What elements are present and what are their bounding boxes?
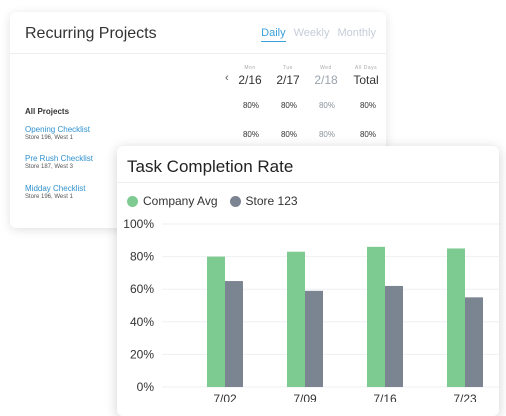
row-name: All Projects (25, 107, 70, 116)
task-completion-card: Task Completion Rate Company Avg Store 1… (117, 146, 499, 416)
table-cell: 80% (359, 130, 376, 139)
table-row: Pre Rush Checklist Store 187, West 3 (25, 154, 93, 170)
recurring-projects-title: Recurring Projects (25, 25, 157, 42)
bar-store-123 (305, 290, 323, 387)
bar-company-avg (447, 248, 465, 387)
table-cell: 80% (280, 130, 297, 139)
bar-store-123 (465, 297, 483, 387)
y-tick-label: 20% (130, 347, 154, 361)
table-cell: 80% (318, 101, 335, 110)
row-link[interactable]: Pre Rush Checklist (25, 154, 93, 163)
table-cell: 80% (318, 130, 335, 139)
table-cell: 80% (242, 101, 259, 110)
y-tick-label: 60% (130, 282, 154, 296)
tab-weekly[interactable]: Weekly (294, 27, 330, 42)
header-divider (10, 53, 386, 54)
column-date: Total (353, 73, 379, 87)
period-tabs: Daily Weekly Monthly (261, 27, 376, 42)
bar-company-avg (207, 256, 225, 387)
bar-store-123 (225, 281, 243, 387)
row-store: Store 196, West 1 (25, 135, 73, 141)
bar-company-avg (367, 246, 385, 387)
table-cell: 80% (280, 101, 297, 110)
x-tick-label: 7/16 (373, 392, 397, 402)
tab-monthly[interactable]: Monthly (337, 27, 376, 42)
column-date: 2/17 (276, 73, 300, 87)
row-link[interactable]: Midday Checklist (25, 184, 85, 193)
tab-daily[interactable]: Daily (261, 27, 286, 42)
x-tick-label: 7/02 (213, 392, 237, 402)
table-row: Midday Checklist Store 196, West 1 (25, 184, 85, 200)
column-header-mon: Mon 2/16 (230, 65, 270, 87)
bar-chart: 0% 20% 40% 60% 80% 100% 7/02 7/09 7/16 7/23 (123, 217, 499, 402)
y-tick-label: 80% (130, 250, 154, 264)
column-date: 2/16 (238, 73, 262, 87)
column-dow: Mon (244, 65, 256, 71)
column-dow: Tue (283, 65, 293, 71)
row-store: Store 187, West 3 (25, 164, 73, 170)
row-link[interactable]: Opening Checklist (25, 125, 90, 134)
column-header-tue: Tue 2/17 (268, 65, 308, 87)
row-store: Store 196, West 1 (25, 194, 73, 200)
table-cell: 80% (359, 101, 376, 110)
chevron-left-icon[interactable]: ‹ (225, 72, 229, 84)
table-cell: 80% (242, 130, 259, 139)
bar-company-avg (287, 251, 305, 387)
x-tick-label: 7/23 (453, 392, 477, 402)
y-tick-label: 40% (130, 315, 154, 329)
column-dow: All Days (354, 65, 378, 71)
x-tick-label: 7/09 (293, 392, 317, 402)
column-header-total: All Days Total (346, 65, 386, 87)
table-row: Opening Checklist Store 196, West 1 (25, 125, 90, 141)
y-tick-label: 0% (137, 380, 155, 394)
column-header-wed: Wed 2/18 (306, 65, 346, 87)
table-row: All Projects (25, 101, 69, 119)
bar-store-123 (385, 285, 403, 387)
y-tick-label: 100% (123, 217, 154, 231)
column-date: 2/18 (314, 73, 338, 87)
column-dow: Wed (320, 65, 332, 71)
